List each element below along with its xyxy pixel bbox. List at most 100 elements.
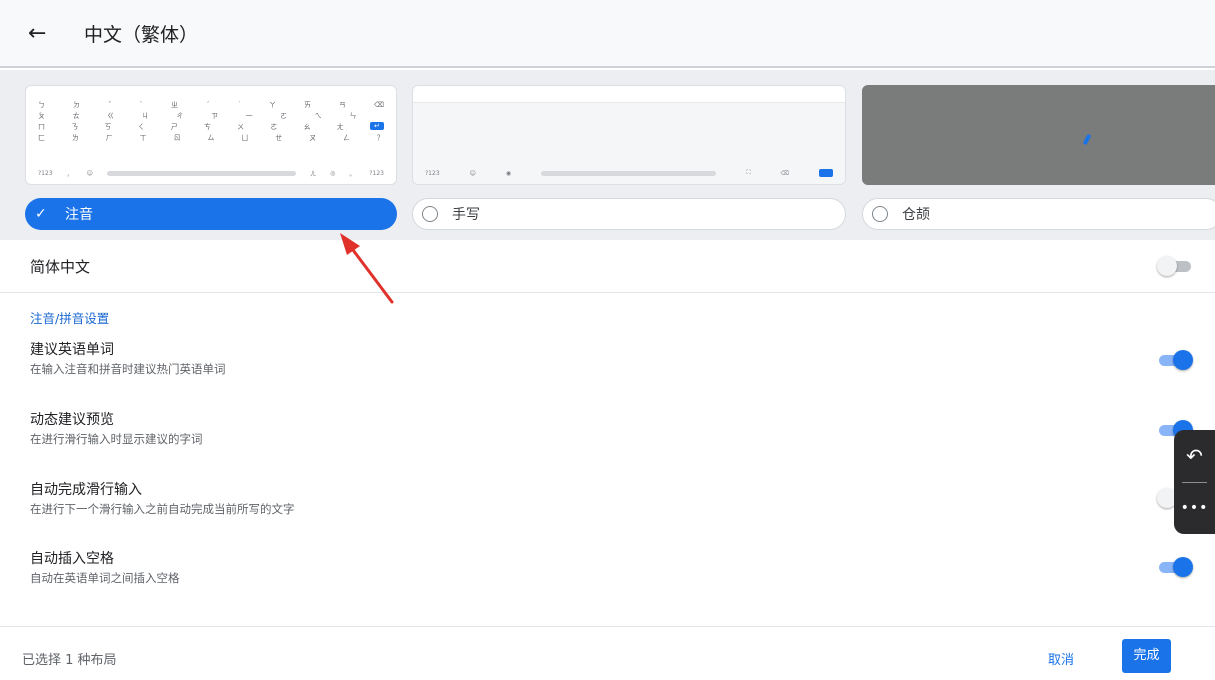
done-button[interactable]: 完成 [1122,639,1171,673]
preview-key: 。 [349,170,356,178]
setting-auto-space[interactable]: 自动插入空格 自动在英语单词之间插入空格 [0,550,1215,610]
preview-key: ㄖ [173,134,181,142]
zhuyin-preview-bottom-row: ?123 ， ☺ ㄦ ◎ 。 ?123 [38,168,384,178]
setting-dynamic-preview[interactable]: 动态建议预览 在进行滑行输入时显示建议的字词 [0,411,1215,471]
preview-key: ?123 [369,169,384,177]
preview-key: ㄠ [303,123,311,131]
preview-key: ?123 [425,169,440,177]
auto-space-toggle[interactable] [1159,556,1193,578]
simplified-chinese-row[interactable]: 简体中文 [0,240,1215,293]
preview-key: ㄋ [71,123,79,131]
setting-title: 动态建议预览 [30,412,114,428]
preview-key: ㄣ [349,112,357,120]
preview-key: ㄡ [309,134,317,142]
setting-description: 自动在英语单词之间插入空格 [30,571,180,585]
app-bar: ← 中文（繁体） [0,0,1215,68]
setting-title: 自动完成滑行输入 [30,482,142,498]
preview-key: ˋ [139,101,144,109]
floating-side-toolbar: ↶ ••• [1174,430,1215,534]
section-header: 注音/拼音设置 [30,311,110,326]
preview-key: ㄜ [270,123,278,131]
layout-option-zhuyin[interactable]: ✓ 注音 [25,198,397,230]
preview-key: ㄔ [176,112,184,120]
preview-key-row: ㄅ ㄉ ˇ ˋ ㄓ ˊ ˙ ㄚ ㄞ ㄢ ⌫ [26,100,396,111]
preview-key: ㄓ [171,101,178,109]
cangjie-keyboard-preview[interactable] [862,85,1215,185]
preview-key: ㄐ [141,112,149,120]
preview-key: ㄚ [269,101,276,109]
layout-option-label: 注音 [65,207,93,223]
preview-key-row: ㄈ ㄌ ㄏ ㄒ ㄖ ㄙ ㄩ ㄝ ㄡ ㄥ ？ [26,133,396,144]
back-arrow-icon[interactable]: ← [28,22,52,46]
handwriting-suggestion-strip [413,86,845,103]
handwriting-keyboard-preview[interactable]: ?123 ☺ ◉ ⛶ ⌫ [412,85,846,185]
preview-key: ， [66,170,73,178]
preview-key: ㄘ [203,123,211,131]
setting-title: 自动插入空格 [30,551,114,567]
preview-enter-key [819,169,833,177]
preview-key: ˙ [237,101,242,109]
preview-key: ㄥ [343,134,351,142]
preview-key: ?123 [38,169,53,177]
preview-key: ㄑ [137,123,145,131]
preview-key: 一 [245,112,253,120]
preview-key-row: ㄆㄊㄍㄐㄔㄗ一ㄛㄟㄣ [26,111,396,122]
zhuyin-keyboard-preview[interactable]: ㄅ ㄉ ˇ ˋ ㄓ ˊ ˙ ㄚ ㄞ ㄢ ⌫ ㄆ ㄊ ㄍ ㄐ ㄔ ㄗ 一 ㄛ ㄟ ㄣㄇ ㄋ ㄎ ㄑ ㄕ ㄘ ㄨ ㄜ ㄠ ㄤ ↵ ㄈ ㄌ ㄏ ㄒ ㄖ ㄙ ㄩ ㄝ… [25,85,397,185]
preview-key-row: ㄇ ㄋ ㄎ ㄑ ㄕ ㄘ ㄨ ㄜ ㄠ ㄤ ↵ [26,122,396,133]
preview-key: ㄇ [38,123,45,131]
setting-suggest-english-words[interactable]: 建议英语单词 在输入注音和拼音时建议热门英语单词 [0,341,1215,401]
preview-key: ㄉ [73,101,80,109]
preview-key: ↵ [369,122,384,130]
setting-description: 在输入注音和拼音时建议热门英语单词 [30,362,226,376]
page-title: 中文（繁体） [84,24,199,46]
preview-key: ◉ [505,169,512,177]
toggle-knob [1157,256,1177,276]
preview-key: ⌫ [374,101,384,109]
preview-key: ㄕ [170,123,178,131]
setting-title: 建议英语单词 [30,342,114,358]
check-icon: ✓ [35,206,47,222]
setting-description: 在进行下一个滑行输入之前自动完成当前所写的文字 [30,502,295,516]
preview-key: ㄩ [241,134,249,142]
layout-chooser: ㄅ ㄉ ˇ ˋ ㄓ ˊ ˙ ㄚ ㄞ ㄢ ⌫ ㄆ ㄊ ㄍ ㄐ ㄔ ㄗ 一 ㄛ ㄟ ㄣㄇ ㄋ ㄎ ㄑ ㄕ ㄘ ㄨ ㄜ ㄠ ㄤ ↵ ㄈ ㄌ ㄏ ㄒ ㄖ ㄙ ㄩ ㄝ… [0,70,1215,240]
radio-unchecked-icon [422,206,438,222]
loading-spinner-icon [1082,133,1092,146]
preview-key: ⌫ [780,169,789,177]
preview-key: ˇ [108,101,112,109]
preview-key: ㄙ [207,134,215,142]
cancel-button[interactable]: 取消 [1048,649,1074,668]
suggest-english-toggle[interactable] [1159,349,1193,371]
preview-spacebar [106,170,297,176]
preview-key: ˊ [206,101,210,109]
preview-key: ㄈ [38,134,45,142]
footer-bar: 已选择 1 种布局 取消 完成 [0,626,1215,680]
preview-key: ㄢ [339,101,346,109]
undo-arrow-icon[interactable]: ↶ [1174,444,1215,468]
preview-key: ㄗ [210,112,218,120]
preview-key: ㄤ [336,123,344,131]
preview-key: ㄌ [71,134,79,142]
handwriting-preview-bottom-row: ?123 ☺ ◉ ⛶ ⌫ [425,168,833,178]
layout-option-handwriting[interactable]: 手写 [412,198,846,230]
preview-key: ㄎ [104,123,112,131]
simplified-chinese-toggle[interactable] [1157,255,1191,277]
preview-key: ㄏ [105,134,113,142]
preview-spacebar [541,170,717,176]
preview-key: ☺ [469,169,476,177]
preview-key: ㄊ [72,112,80,120]
preview-key: ㄝ [275,134,283,142]
preview-key: ㄟ [314,112,322,120]
preview-key: ☺ [86,169,93,177]
preview-key: ㄦ [310,170,317,178]
more-dots-icon[interactable]: ••• [1174,496,1215,520]
preview-key: ㄛ [280,112,288,120]
layout-option-label: 仓颉 [902,207,930,223]
layout-option-cangjie[interactable]: 仓颉 [862,198,1215,230]
setting-description: 在进行滑行输入时显示建议的字词 [30,432,203,446]
setting-auto-complete-gesture[interactable]: 自动完成滑行输入 在进行下一个滑行输入之前自动完成当前所写的文字 [0,481,1215,541]
toolbar-divider [1182,482,1207,483]
layout-option-label: 手写 [452,207,480,223]
preview-key: ◎ [330,169,336,177]
selection-status: 已选择 1 种布局 [22,653,117,668]
preview-key: ㄨ [237,123,245,131]
